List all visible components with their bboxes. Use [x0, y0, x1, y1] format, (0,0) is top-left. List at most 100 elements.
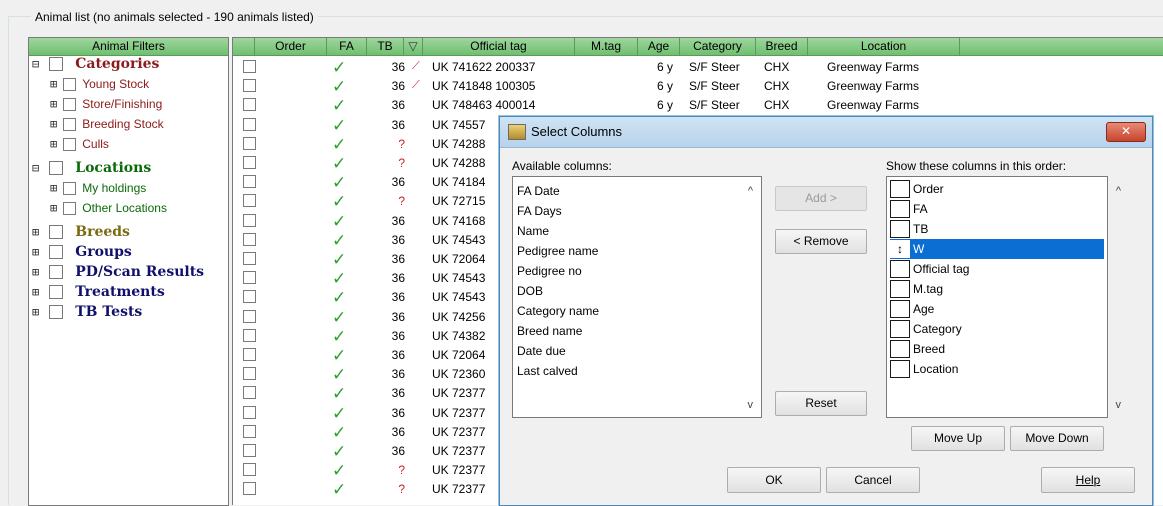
row-select-checkbox[interactable] [243, 60, 256, 73]
row-select-checkbox[interactable] [243, 194, 256, 208]
row-select-checkbox[interactable] [243, 98, 256, 112]
show-column-item[interactable]: ↕ W [890, 239, 1104, 259]
filter-checkbox[interactable] [63, 117, 77, 131]
row-select-checkbox[interactable] [243, 136, 256, 150]
filter-tree-item[interactable]: ⊞ Breeds [32, 222, 130, 242]
row-select-checkbox[interactable] [243, 232, 256, 246]
row-select-checkbox[interactable] [243, 213, 256, 227]
show-column-item[interactable]: TB [890, 219, 1104, 239]
expand-icon[interactable]: ⊞ [32, 266, 40, 278]
move-up-button[interactable]: Move Up [911, 426, 1005, 451]
column-checkbox[interactable] [890, 340, 910, 358]
available-column-item[interactable]: FA Date [517, 181, 560, 201]
row-select-checkbox[interactable] [243, 175, 256, 189]
available-columns-list[interactable]: FA Date FA Days Name Pedigree name Pedigree … [512, 176, 762, 418]
show-column-item[interactable]: Category [890, 319, 1104, 339]
filter-checkbox[interactable] [49, 57, 64, 71]
row-select-checkbox[interactable] [243, 290, 256, 304]
show-scroll-up-icon[interactable]: ^ [1116, 185, 1121, 197]
header-breed[interactable]: Breed [756, 38, 808, 55]
expand-icon[interactable]: ⊞ [50, 98, 58, 110]
row-select-checkbox[interactable] [243, 79, 256, 93]
header-category[interactable]: Category [680, 38, 756, 55]
expand-icon[interactable]: ⊞ [50, 78, 58, 90]
scroll-up-icon[interactable]: ^ [748, 185, 753, 197]
row-select-checkbox[interactable] [243, 348, 256, 361]
available-column-item[interactable]: Date due [517, 341, 566, 361]
filter-tree-item[interactable]: ⊞ Groups [32, 242, 132, 262]
filter-checkbox[interactable] [63, 181, 77, 195]
column-checkbox[interactable] [890, 260, 910, 278]
table-row[interactable]: ✓ 36 ⟋ UK 741848 100305 6 y S/F Steer CHX Green… [233, 77, 1163, 96]
row-select-checkbox[interactable] [243, 117, 256, 131]
expand-icon[interactable]: ⊞ [50, 118, 58, 130]
show-scroll-down-icon[interactable]: v [1116, 399, 1122, 411]
header-tb[interactable]: TB [367, 38, 404, 55]
filter-tree-item[interactable]: ⊞ TB Tests [32, 302, 142, 322]
filter-tree-item[interactable]: ⊞ My holdings [50, 178, 146, 198]
available-column-item[interactable]: DOB [517, 281, 543, 301]
row-select-checkbox[interactable] [243, 328, 256, 342]
row-select-checkbox[interactable] [243, 309, 256, 323]
column-checkbox[interactable] [890, 200, 910, 218]
column-checkbox[interactable] [890, 300, 910, 318]
cancel-button[interactable]: Cancel [826, 467, 920, 493]
show-column-item[interactable]: Official tag [890, 259, 1104, 279]
filter-checkbox[interactable] [49, 225, 64, 239]
column-checkbox[interactable] [890, 180, 910, 198]
collapse-icon[interactable]: ⊟ [32, 58, 40, 70]
column-checkbox[interactable] [890, 360, 910, 378]
expand-icon[interactable]: ⊞ [50, 138, 58, 150]
show-column-item[interactable]: Order [890, 179, 1104, 199]
move-down-button[interactable]: Move Down [1010, 426, 1104, 451]
show-column-item[interactable]: M.tag [890, 279, 1104, 299]
header-order[interactable]: Order [255, 38, 327, 55]
show-column-item[interactable]: Location [890, 359, 1104, 379]
expand-icon[interactable]: ⊞ [50, 182, 58, 194]
show-column-item[interactable]: FA [890, 199, 1104, 219]
sort-indicator-icon[interactable]: ▽ [404, 38, 423, 55]
header-fa[interactable]: FA [327, 38, 367, 55]
dialog-title-bar[interactable]: Select Columns ✕ [500, 117, 1152, 148]
show-column-item[interactable]: Breed [890, 339, 1104, 359]
available-column-item[interactable]: Last calved [517, 361, 578, 381]
available-column-item[interactable]: FA Days [517, 201, 562, 221]
ok-button[interactable]: OK [727, 467, 821, 493]
filter-checkbox[interactable] [49, 285, 64, 299]
table-row[interactable]: ✓ 36 ⟋ UK 741622 200337 6 y S/F Steer CHX Green… [233, 58, 1163, 77]
reset-button[interactable]: Reset [775, 391, 867, 416]
row-select-checkbox[interactable] [243, 424, 256, 438]
filter-tree-item[interactable]: ⊟ Locations [32, 158, 151, 178]
filter-checkbox[interactable] [63, 137, 77, 151]
filter-checkbox[interactable] [63, 77, 77, 91]
header-location[interactable]: Location [808, 38, 960, 55]
row-select-checkbox[interactable] [243, 386, 256, 400]
filter-tree-item[interactable]: ⊞ Other Locations [50, 198, 167, 218]
row-select-checkbox[interactable] [243, 463, 256, 477]
available-column-item[interactable]: Pedigree no [517, 261, 582, 281]
header-age[interactable]: Age [638, 38, 680, 55]
row-select-checkbox[interactable] [243, 444, 256, 457]
help-button[interactable]: Help [1041, 467, 1135, 493]
expand-icon[interactable]: ⊞ [32, 306, 40, 318]
filter-tree-item[interactable]: ⊞ Young Stock [50, 74, 149, 94]
filter-tree-item[interactable]: ⊞ Culls [50, 134, 109, 154]
available-column-item[interactable]: Name [517, 221, 549, 241]
add-button[interactable]: Add > [775, 186, 867, 211]
filter-checkbox[interactable] [49, 161, 64, 175]
filter-tree-item[interactable]: ⊞ Store/Finishing [50, 94, 162, 114]
show-column-item[interactable]: Age [890, 299, 1104, 319]
row-select-checkbox[interactable] [243, 367, 256, 381]
available-column-item[interactable]: Pedigree name [517, 241, 598, 261]
column-checkbox[interactable] [890, 280, 910, 298]
filter-checkbox[interactable] [49, 265, 64, 279]
header-m-tag[interactable]: M.tag [575, 38, 638, 55]
column-checkbox[interactable] [890, 220, 910, 238]
filter-tree-item[interactable]: ⊞ Treatments [32, 282, 165, 302]
close-icon[interactable]: ✕ [1106, 122, 1146, 142]
filter-tree-item[interactable]: ⊞ PD/Scan Results [32, 262, 204, 282]
available-column-item[interactable]: Category name [517, 301, 599, 321]
header-select-column[interactable] [233, 38, 255, 55]
table-row[interactable]: ✓ 36 UK 748463 400014 6 y S/F Steer CHX Greenw… [233, 96, 1163, 115]
column-checkbox[interactable] [890, 320, 910, 338]
